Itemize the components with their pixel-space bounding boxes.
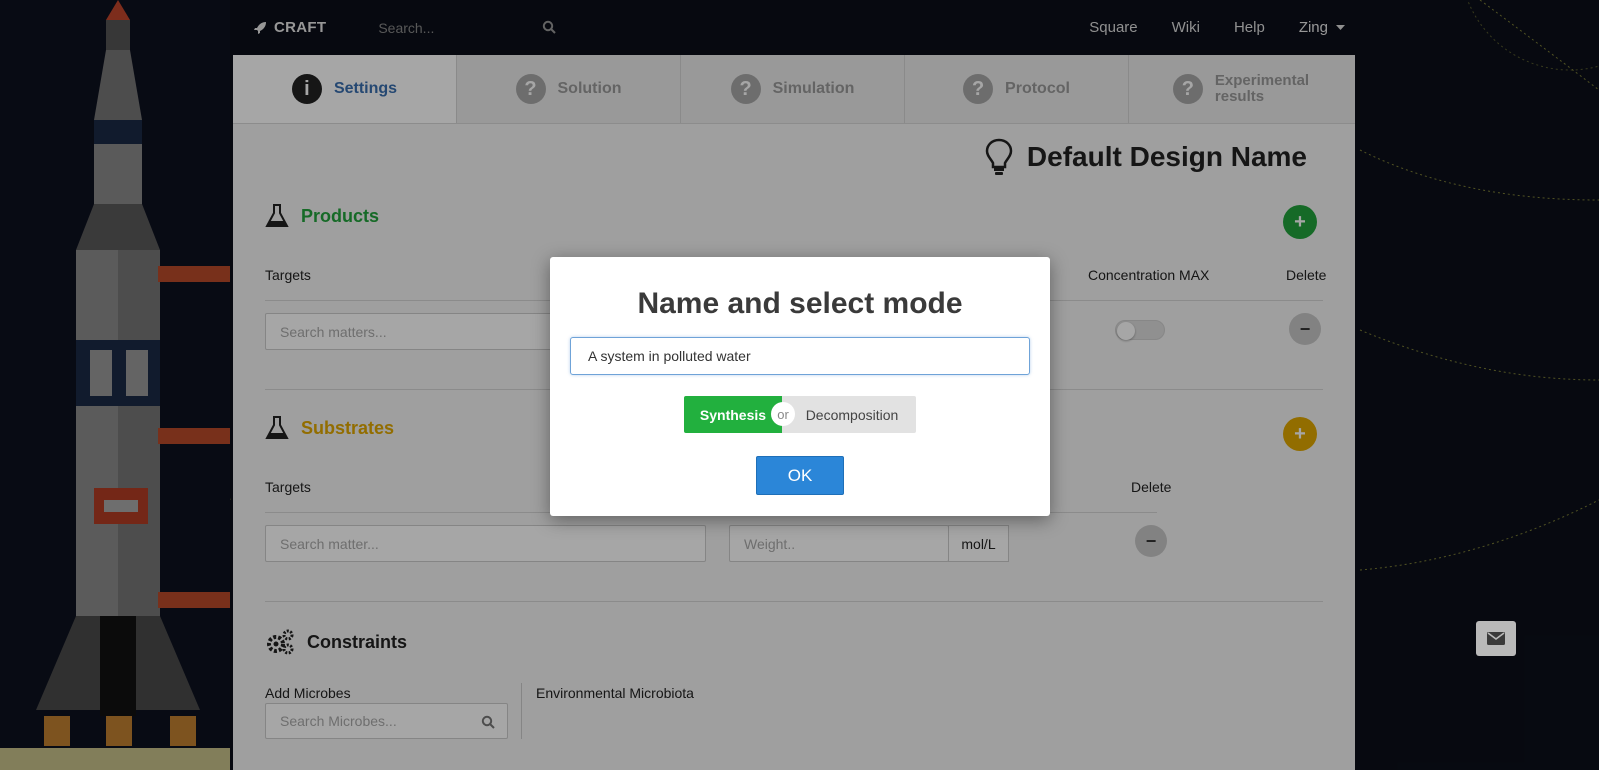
mode-toggle: Synthesis Decomposition or [684, 396, 916, 433]
design-name-input[interactable] [570, 337, 1030, 375]
ok-button[interactable]: OK [756, 456, 844, 495]
contact-mail-button[interactable] [1476, 621, 1516, 656]
or-separator: or [771, 402, 795, 426]
mode-decomposition-button[interactable]: Decomposition [782, 396, 916, 433]
envelope-icon [1487, 632, 1505, 645]
mode-synthesis-button[interactable]: Synthesis [684, 396, 782, 433]
dialog-title: Name and select mode [637, 287, 963, 320]
name-mode-dialog: Name and select mode Synthesis Decomposi… [550, 257, 1050, 516]
